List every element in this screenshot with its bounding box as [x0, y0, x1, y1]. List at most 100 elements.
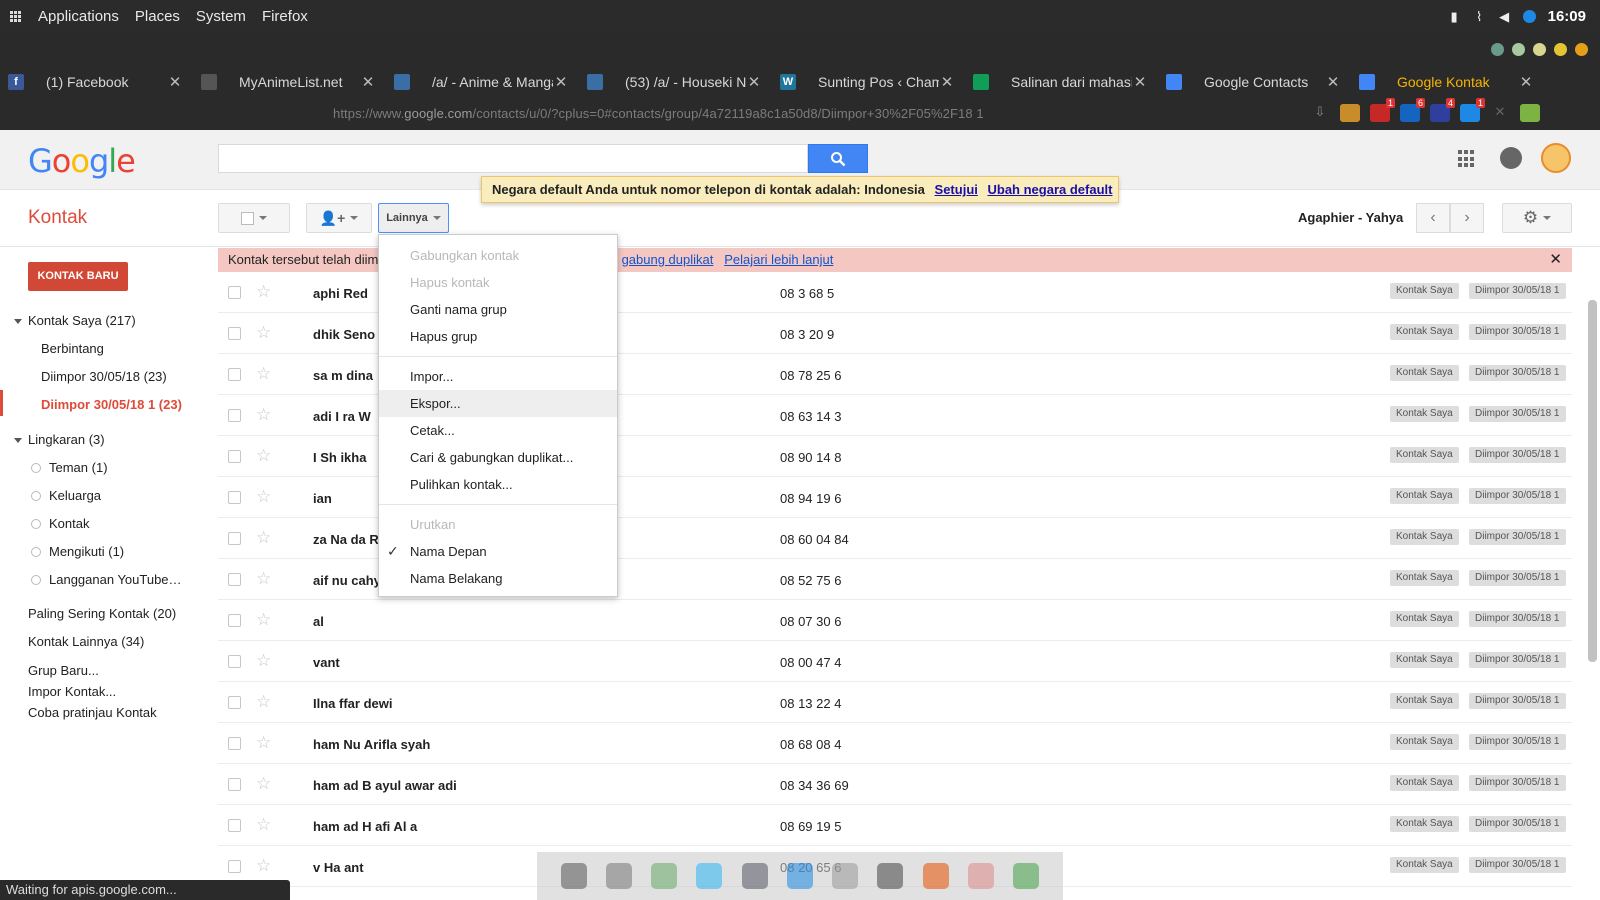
star-icon[interactable]: ☆: [256, 610, 271, 630]
row-checkbox[interactable]: [228, 655, 241, 668]
nav-circle-contacts[interactable]: Kontak: [31, 516, 89, 531]
tex-icon[interactable]: [741, 863, 768, 889]
row-checkbox[interactable]: [228, 368, 241, 381]
group-tag[interactable]: Kontak Saya: [1390, 283, 1459, 299]
group-tag[interactable]: Diimpor 30/05/18 1: [1469, 693, 1566, 709]
learn-more-link[interactable]: Pelajari lebih lanjut: [724, 252, 833, 267]
search-input[interactable]: [218, 144, 808, 173]
merge-duplicates-link[interactable]: gabung duplikat: [622, 252, 714, 267]
nav-imported-1[interactable]: Diimpor 30/05/18 (23): [41, 369, 167, 384]
nav-starred[interactable]: Berbintang: [41, 341, 104, 356]
group-tag[interactable]: Kontak Saya: [1390, 734, 1459, 750]
star-icon[interactable]: ☆: [256, 569, 271, 589]
star-icon[interactable]: ☆: [256, 364, 271, 384]
star-icon[interactable]: ☆: [256, 733, 271, 753]
search-button[interactable]: [808, 144, 868, 173]
group-tag[interactable]: Diimpor 30/05/18 1: [1469, 775, 1566, 791]
close-tab-icon[interactable]: ✕: [360, 73, 376, 91]
row-checkbox[interactable]: [228, 860, 241, 873]
group-tag[interactable]: Kontak Saya: [1390, 816, 1459, 832]
nav-circle-family[interactable]: Keluarga: [31, 488, 101, 503]
group-tag[interactable]: Kontak Saya: [1390, 365, 1459, 381]
group-tag[interactable]: Kontak Saya: [1390, 652, 1459, 668]
paperclip-icon[interactable]: ⌇: [1473, 10, 1486, 23]
table-row[interactable]: ☆ vant 08 00 47 4 Kontak Saya Diimpor 30/05/…: [218, 641, 1572, 682]
next-button[interactable]: ›: [1450, 203, 1484, 233]
group-tag[interactable]: Diimpor 30/05/18 1: [1469, 406, 1566, 422]
star-icon[interactable]: ☆: [256, 323, 271, 343]
group-tag[interactable]: Kontak Saya: [1390, 406, 1459, 422]
window-button-icon[interactable]: [1575, 43, 1588, 56]
nav-new-group[interactable]: Grup Baru...: [28, 663, 99, 678]
table-row[interactable]: ☆ ham Nu Arifla syah 08 68 08 4 Kontak Saya…: [218, 723, 1572, 764]
close-tab-icon[interactable]: ✕: [167, 73, 183, 91]
dock-app-icon[interactable]: [832, 863, 859, 889]
volume-icon[interactable]: ◀: [1498, 10, 1511, 23]
window-button-icon[interactable]: [1491, 43, 1504, 56]
extension-icon[interactable]: [1340, 104, 1360, 122]
star-icon[interactable]: ☆: [256, 487, 271, 507]
row-checkbox[interactable]: [228, 327, 241, 340]
group-tag[interactable]: Diimpor 30/05/18 1: [1469, 857, 1566, 873]
google-apps-icon[interactable]: [1458, 150, 1476, 168]
window-button-icon[interactable]: [1512, 43, 1525, 56]
group-tag[interactable]: Diimpor 30/05/18 1: [1469, 283, 1566, 299]
menu-applications[interactable]: Applications: [38, 8, 119, 25]
table-row[interactable]: ☆ ham ad B ayul awar adi 08 34 36 69 Kontak…: [218, 764, 1572, 805]
menu-export[interactable]: Ekspor...: [379, 390, 617, 417]
browser-tab[interactable]: W Sunting Pos ‹ Chamele✕: [772, 65, 965, 99]
row-checkbox[interactable]: [228, 614, 241, 627]
table-row[interactable]: ☆ ham ad H afi Al a 08 69 19 5 Kontak Saya D…: [218, 805, 1572, 846]
menu-print[interactable]: Cetak...: [379, 417, 617, 444]
group-tag[interactable]: Kontak Saya: [1390, 775, 1459, 791]
nav-other-contacts[interactable]: Kontak Lainnya (34): [28, 634, 144, 649]
menu-rename-group[interactable]: Ganti nama grup: [379, 296, 617, 323]
avatar[interactable]: [1541, 143, 1571, 173]
nav-frequent[interactable]: Paling Sering Kontak (20): [28, 606, 176, 621]
row-checkbox[interactable]: [228, 573, 241, 586]
group-tag[interactable]: Kontak Saya: [1390, 611, 1459, 627]
group-tag[interactable]: Kontak Saya: [1390, 488, 1459, 504]
nav-preview-contacts[interactable]: Coba pratinjau Kontak: [28, 705, 157, 720]
firefox-icon[interactable]: [922, 863, 949, 889]
menu-sort-first-name[interactable]: ✓ Nama Depan: [379, 538, 617, 565]
group-tag[interactable]: Diimpor 30/05/18 1: [1469, 365, 1566, 381]
menu-sort-last-name[interactable]: Nama Belakang: [379, 565, 617, 592]
group-tag[interactable]: Diimpor 30/05/18 1: [1469, 816, 1566, 832]
star-icon[interactable]: ☆: [256, 815, 271, 835]
url-bar[interactable]: https://www.google.com/contacts/u/0/?cpl…: [333, 106, 984, 121]
window-button-icon[interactable]: [1533, 43, 1546, 56]
sheets-icon[interactable]: [1013, 863, 1040, 889]
new-contact-button[interactable]: KONTAK BARU: [28, 262, 128, 291]
star-icon[interactable]: ☆: [256, 774, 271, 794]
row-checkbox[interactable]: [228, 409, 241, 422]
extension-icon[interactable]: 4: [1430, 98, 1455, 122]
star-icon[interactable]: ☆: [256, 528, 271, 548]
nav-imported-2[interactable]: Diimpor 30/05/18 1 (23): [41, 397, 182, 412]
group-tag[interactable]: Diimpor 30/05/18 1: [1469, 734, 1566, 750]
notifications-icon[interactable]: [1500, 147, 1522, 169]
extension-icon[interactable]: 1: [1460, 98, 1485, 122]
menu-system[interactable]: System: [196, 8, 246, 25]
dock-app-icon[interactable]: [560, 863, 587, 889]
close-icon[interactable]: ✕: [1549, 250, 1562, 268]
close-tab-icon[interactable]: ✕: [1132, 73, 1148, 91]
nav-circle-friends[interactable]: Teman (1): [31, 460, 108, 475]
adblock-icon[interactable]: 1: [1370, 98, 1395, 122]
row-checkbox[interactable]: [228, 778, 241, 791]
row-checkbox[interactable]: [228, 737, 241, 750]
download-arrow-icon[interactable]: [1520, 104, 1540, 122]
battery-icon[interactable]: ▮: [1448, 10, 1461, 23]
notice-agree-link[interactable]: Setujui: [935, 182, 978, 197]
settings-button[interactable]: ⚙: [1502, 203, 1572, 233]
browser-tab[interactable]: MyAnimeList.net ✕: [193, 65, 386, 99]
menu-firefox[interactable]: Firefox: [262, 8, 308, 25]
group-tag[interactable]: Diimpor 30/05/18 1: [1469, 488, 1566, 504]
browser-tab[interactable]: Google Kontak ✕: [1351, 65, 1544, 99]
group-tag[interactable]: Kontak Saya: [1390, 447, 1459, 463]
star-icon[interactable]: ☆: [256, 856, 271, 876]
browser-tab[interactable]: Salinan dari mahasisw✕: [965, 65, 1158, 99]
chrome-notification-icon[interactable]: [1522, 10, 1536, 23]
group-tag[interactable]: Diimpor 30/05/18 1: [1469, 611, 1566, 627]
group-tag[interactable]: Diimpor 30/05/18 1: [1469, 652, 1566, 668]
